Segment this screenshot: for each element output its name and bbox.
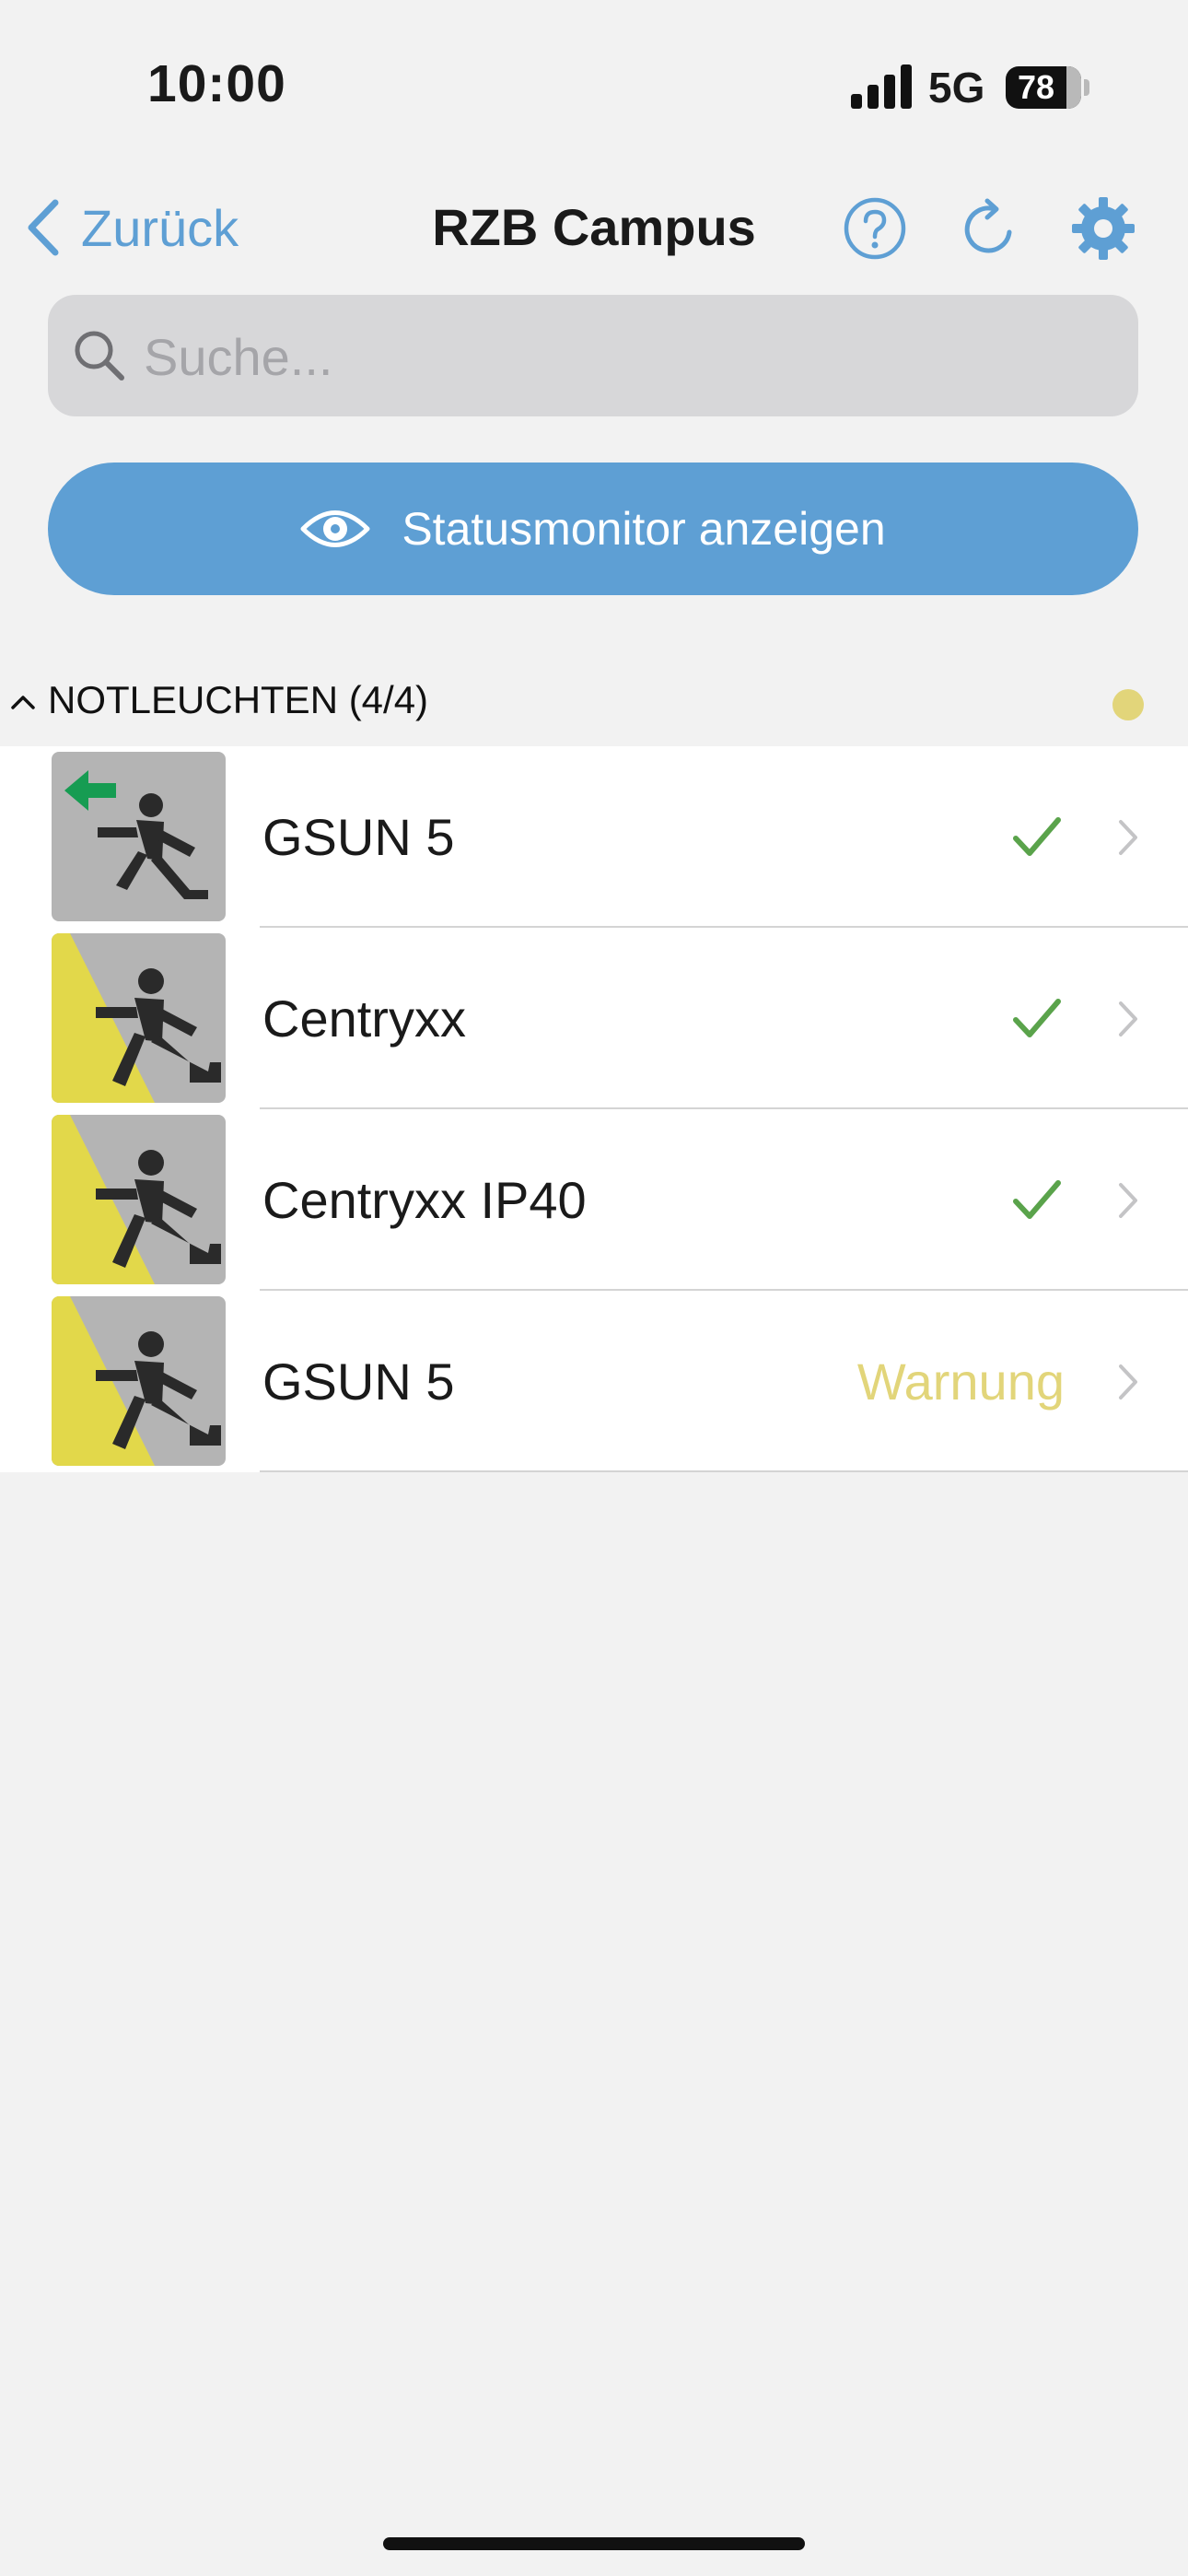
section-status-dot (1112, 689, 1144, 720)
status-monitor-label: Statusmonitor anzeigen (402, 503, 886, 555)
search-input[interactable] (142, 317, 1112, 396)
chevron-right-icon (1119, 1364, 1137, 1399)
section-title: NOTLEUCHTEN (4/4) (48, 678, 429, 721)
help-icon[interactable] (842, 195, 908, 262)
item-name: Centryxx IP40 (262, 1171, 587, 1229)
battery-level: 78 (1017, 68, 1055, 106)
refresh-icon[interactable] (956, 195, 1022, 262)
section-header: NOTLEUCHTEN (4/4) (0, 671, 1188, 737)
search-icon (75, 331, 124, 381)
back-label: Zurück (81, 198, 239, 257)
search-bar[interactable] (48, 295, 1138, 416)
chevron-left-icon (28, 199, 59, 256)
eye-icon (300, 510, 370, 547)
status-bar: 10:00 5G 78 (0, 0, 1188, 175)
row-divider (260, 1470, 1188, 1472)
exit-sign-thumbnail (52, 752, 226, 921)
exit-sign-thumbnail (52, 1115, 226, 1284)
battery-icon: 78 (1006, 66, 1081, 109)
chevron-right-icon (1119, 1183, 1137, 1218)
back-button[interactable]: Zurück (24, 195, 239, 260)
item-name: Centryxx (262, 989, 466, 1048)
item-name: GSUN 5 (262, 1352, 455, 1411)
page-title: RZB Campus (432, 198, 756, 256)
gear-icon[interactable] (1070, 195, 1136, 262)
status-time: 10:00 (147, 54, 286, 113)
warning-status-label: Warnung (856, 1352, 1065, 1411)
list-item[interactable]: Centryxx IP40 (0, 1109, 1188, 1291)
item-name: GSUN 5 (262, 808, 455, 866)
signal-icon (851, 64, 914, 109)
chevron-right-icon (1119, 820, 1137, 855)
emergency-light-list: GSUN 5 Centryxx Centryxx IP40 GSUN 5 War… (0, 746, 1188, 1472)
checkmark-icon (1013, 999, 1061, 1037)
chevron-up-icon[interactable] (9, 689, 37, 717)
network-type: 5G (928, 64, 985, 111)
exit-sign-thumbnail (52, 1296, 226, 1466)
exit-sign-thumbnail (52, 933, 226, 1103)
status-monitor-button[interactable]: Statusmonitor anzeigen (48, 463, 1138, 595)
checkmark-icon (1013, 817, 1061, 856)
chevron-right-icon (1119, 1001, 1137, 1036)
checkmark-icon (1013, 1180, 1061, 1219)
list-item[interactable]: GSUN 5 Warnung (0, 1291, 1188, 1472)
battery-nub (1084, 79, 1089, 96)
home-indicator[interactable] (383, 2537, 805, 2550)
list-item[interactable]: GSUN 5 (0, 746, 1188, 928)
list-item[interactable]: Centryxx (0, 928, 1188, 1109)
